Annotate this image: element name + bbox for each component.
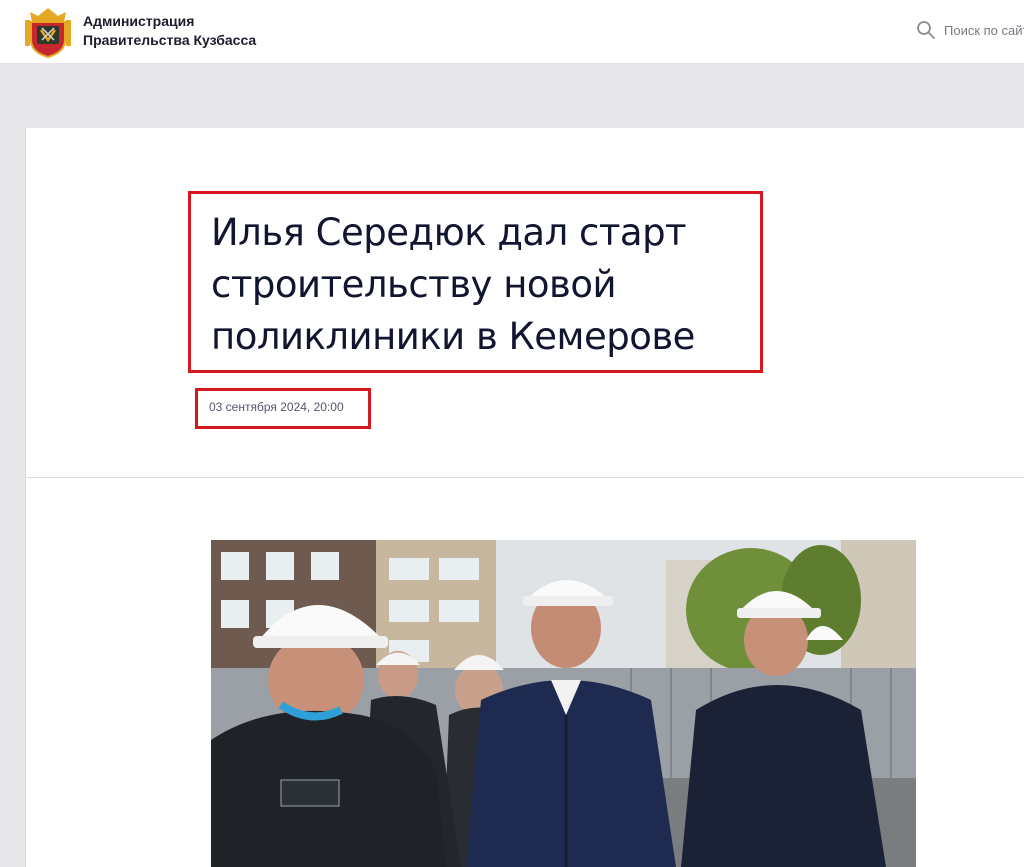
date-highlight-box: 03 сентября 2024, 20:00 <box>195 388 371 429</box>
search-icon[interactable] <box>916 20 936 40</box>
article-card: Илья Середюк дал старт строительству нов… <box>25 128 1024 867</box>
home-logo-link[interactable]: Администрация Правительства Кузбасса <box>24 2 264 58</box>
search-box[interactable] <box>912 14 1024 46</box>
title-highlight-box: Илья Середюк дал старт строительству нов… <box>188 191 763 373</box>
construction-site-photo <box>211 540 916 867</box>
divider <box>26 477 1024 478</box>
brand-name: Администрация Правительства Кузбасса <box>83 12 283 50</box>
article-date: 03 сентября 2024, 20:00 <box>209 400 344 414</box>
article-photo[interactable] <box>211 540 916 867</box>
brand-line-1: Администрация <box>83 13 195 29</box>
search-input[interactable] <box>944 20 1024 40</box>
site-header: Администрация Правительства Кузбасса <box>0 0 1024 64</box>
brand-line-2: Правительства Кузбасса <box>83 32 257 48</box>
article-title: Илья Середюк дал старт строительству нов… <box>211 211 695 358</box>
coat-of-arms-icon <box>25 8 71 58</box>
